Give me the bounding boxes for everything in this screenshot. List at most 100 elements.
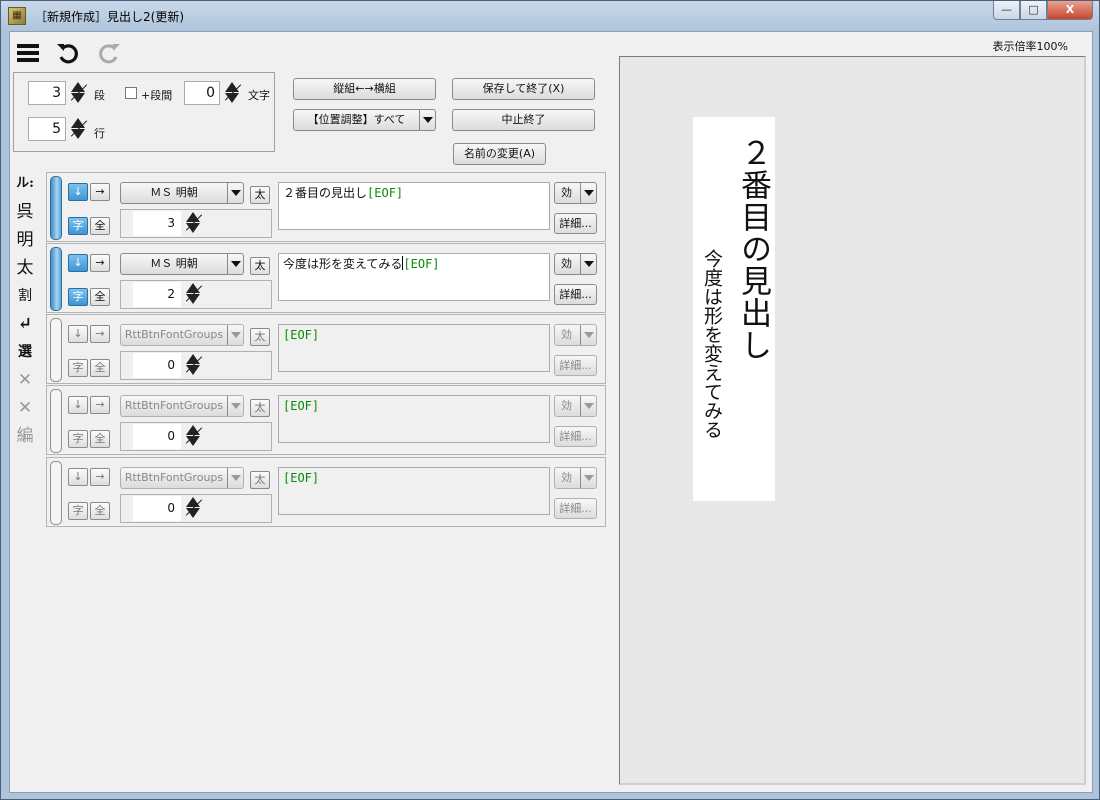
delete-all-icon[interactable]: ✕ [14, 396, 36, 420]
minimize-button[interactable]: — [993, 1, 1020, 20]
heading-text-area[interactable]: [EOF] [278, 395, 550, 443]
size-spinner[interactable] [182, 496, 204, 520]
horizontal-direction-button[interactable]: → [90, 325, 110, 343]
char-unit-button[interactable]: 字 [68, 359, 88, 377]
horizontal-direction-button[interactable]: → [90, 254, 110, 272]
effect-select[interactable]: 効 [554, 253, 597, 275]
row-handle[interactable] [50, 247, 62, 311]
size-spinner[interactable] [182, 282, 204, 306]
all-unit-button[interactable]: 全 [90, 217, 110, 235]
detail-button[interactable]: 詳細... [554, 426, 597, 447]
heading-text-area[interactable]: 今度は形を変えてみる[EOF] [278, 253, 550, 301]
chars-input[interactable]: 0 [184, 81, 220, 105]
tool-select[interactable]: 選 [14, 340, 36, 364]
tool-split[interactable]: 割 [14, 284, 36, 308]
heading-row-5: ↓ → 字 全 RttBtnFontGroups 太 0 [EOF] 効 詳細.… [46, 457, 606, 527]
bold-button[interactable]: 太 [250, 257, 270, 275]
size-spinner[interactable] [182, 424, 204, 448]
all-unit-button[interactable]: 全 [90, 288, 110, 306]
cancel-exit-button[interactable]: 中止終了 [452, 109, 595, 131]
font-select[interactable]: ＭＳ 明朝 [120, 182, 244, 204]
size-control: 0 [120, 494, 272, 523]
lines-spinner[interactable] [67, 117, 89, 141]
row-handle[interactable] [50, 318, 62, 382]
heading-text-area[interactable]: ２番目の見出し[EOF] [278, 182, 550, 230]
all-unit-button[interactable]: 全 [90, 430, 110, 448]
detail-button[interactable]: 詳細... [554, 355, 597, 376]
columns-spinner[interactable] [67, 81, 89, 105]
save-exit-button[interactable]: 保存して終了(X) [452, 78, 595, 100]
position-adjust-combo[interactable]: 【位置調整】すべて [293, 109, 436, 131]
vertical-direction-button[interactable]: ↓ [68, 183, 88, 201]
char-unit-button[interactable]: 字 [68, 288, 88, 306]
bold-button[interactable]: 太 [250, 328, 270, 346]
tool-ruby[interactable]: ル: [14, 172, 36, 196]
tool-bold[interactable]: 太 [14, 256, 36, 280]
vertical-direction-button[interactable]: ↓ [68, 254, 88, 272]
detail-button[interactable]: 詳細... [554, 213, 597, 234]
menu-icon[interactable] [15, 40, 41, 66]
detail-button[interactable]: 詳細... [554, 498, 597, 519]
bold-button[interactable]: 太 [250, 399, 270, 417]
size-input[interactable]: 0 [133, 424, 181, 449]
all-unit-button[interactable]: 全 [90, 502, 110, 520]
size-input[interactable]: 3 [133, 211, 181, 236]
close-button[interactable]: X [1047, 1, 1093, 20]
chevron-down-icon [580, 396, 596, 416]
app-icon[interactable]: ▦ [8, 7, 26, 25]
horizontal-direction-button[interactable]: → [90, 183, 110, 201]
row-handle[interactable] [50, 176, 62, 240]
title-bar[interactable]: ▦ ［新規作成］見出し2(更新) — □ X [1, 1, 1099, 31]
char-unit-button[interactable]: 字 [68, 217, 88, 235]
char-unit-button[interactable]: 字 [68, 430, 88, 448]
bold-button[interactable]: 太 [250, 186, 270, 204]
font-select[interactable]: RttBtnFontGroups [120, 324, 244, 346]
toggle-orientation-button[interactable]: 縦組←→横組 [293, 78, 436, 100]
size-input[interactable]: 2 [133, 282, 181, 307]
chars-spinner[interactable] [221, 81, 243, 105]
font-select[interactable]: ＭＳ 明朝 [120, 253, 244, 275]
maximize-button[interactable]: □ [1020, 1, 1047, 20]
effect-select[interactable]: 効 [554, 182, 597, 204]
tool-edit[interactable]: 編 [14, 424, 36, 448]
horizontal-direction-button[interactable]: → [90, 468, 110, 486]
chevron-down-icon [580, 254, 596, 274]
preview-sub-text: 今度は形を変えてみる [701, 249, 723, 439]
position-adjust-label: 【位置調整】すべて [307, 113, 406, 126]
columns-input[interactable]: 3 [28, 81, 66, 105]
vertical-direction-button[interactable]: ↓ [68, 468, 88, 486]
rename-button[interactable]: 名前の変更(A) [453, 143, 546, 165]
redo-icon[interactable] [96, 40, 122, 66]
char-unit-button[interactable]: 字 [68, 502, 88, 520]
font-select[interactable]: RttBtnFontGroups [120, 395, 244, 417]
bold-button[interactable]: 太 [250, 471, 270, 489]
horizontal-direction-button[interactable]: → [90, 396, 110, 414]
size-spinner[interactable] [182, 353, 204, 377]
undo-icon[interactable] [55, 40, 81, 66]
heading-row-3: ↓ → 字 全 RttBtnFontGroups 太 0 [EOF] 効 詳細.… [46, 314, 606, 384]
heading-text-area[interactable]: [EOF] [278, 324, 550, 372]
effect-select[interactable]: 効 [554, 324, 597, 346]
size-input[interactable]: 0 [133, 353, 181, 378]
vertical-direction-button[interactable]: ↓ [68, 325, 88, 343]
return-icon[interactable]: ↵ [14, 312, 36, 336]
plus-gap-checkbox[interactable] [125, 87, 137, 99]
size-control: 0 [120, 351, 272, 380]
detail-button[interactable]: 詳細... [554, 284, 597, 305]
heading-text-area[interactable]: [EOF] [278, 467, 550, 515]
size-input[interactable]: 0 [133, 496, 181, 521]
all-unit-button[interactable]: 全 [90, 359, 110, 377]
tool-font-mincho[interactable]: 明 [14, 228, 36, 252]
lines-input[interactable]: 5 [28, 117, 66, 141]
font-select[interactable]: RttBtnFontGroups [120, 467, 244, 489]
delete-icon[interactable]: ✕ [14, 368, 36, 392]
eof-marker: [EOF] [367, 186, 404, 200]
row-handle[interactable] [50, 461, 62, 525]
tool-font-gothic[interactable]: 呉 [14, 200, 36, 224]
effect-select[interactable]: 効 [554, 467, 597, 489]
row-handle[interactable] [50, 389, 62, 453]
effect-select[interactable]: 効 [554, 395, 597, 417]
size-spinner[interactable] [182, 211, 204, 235]
vertical-direction-button[interactable]: ↓ [68, 396, 88, 414]
size-control: 3 [120, 209, 272, 238]
